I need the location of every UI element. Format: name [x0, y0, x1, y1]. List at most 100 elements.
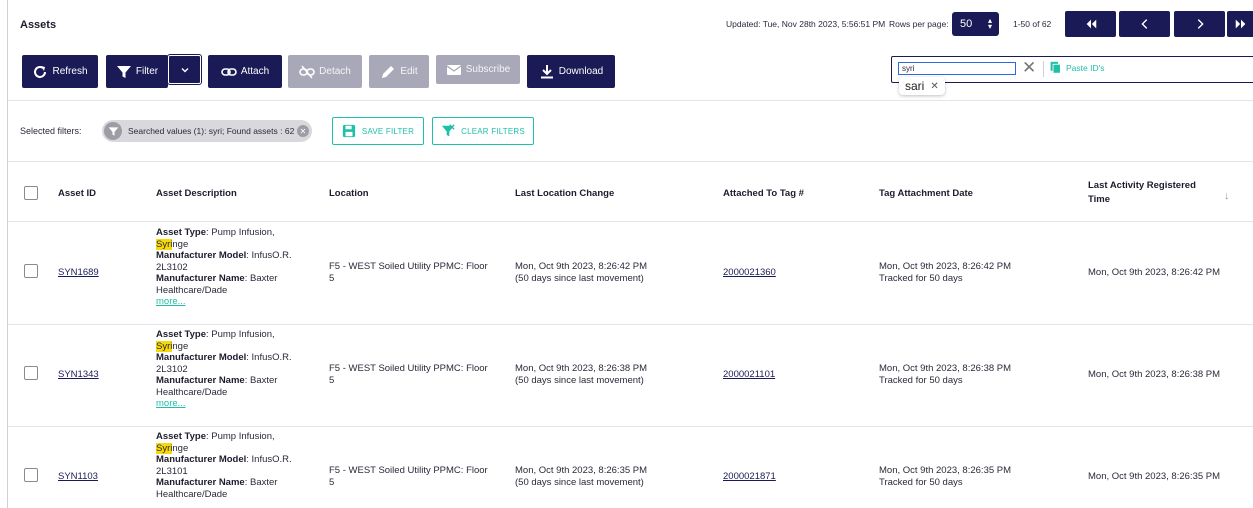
last-location-change-date: Mon, Oct 9th 2023, 8:26:35 PM	[515, 465, 648, 476]
download-icon	[540, 64, 553, 78]
column-attached-to-tag[interactable]: Attached To Tag #	[723, 187, 804, 201]
asset-type-value-rest: nge	[172, 238, 189, 250]
manufacturer-model-label: Manufacturer Model	[156, 250, 247, 261]
location-cell: F5 - WEST Soiled Utility PPMC: Floor 5	[329, 261, 488, 284]
clear-filters-button[interactable]: CLEAR FILTERS	[432, 117, 534, 145]
tag-attachment-date: Mon, Oct 9th 2023, 8:26:38 PM	[879, 363, 1012, 374]
table-row: SYN1343 Asset Type: Pump Infusion, Syrin…	[8, 325, 1253, 427]
refresh-button[interactable]: Refresh	[22, 55, 98, 88]
prev-page-button[interactable]	[1119, 11, 1170, 37]
chevron-down-icon	[181, 67, 188, 72]
selected-filters-label: Selected filters:	[20, 126, 82, 136]
manufacturer-name-label: Manufacturer Name	[156, 477, 245, 488]
column-asset-id[interactable]: Asset ID	[58, 187, 96, 201]
filter-chip: Searched values (1): syri; Found assets …	[102, 120, 312, 142]
header-bar: Assets Updated: Tue, Nov 28th 2023, 5:56…	[8, 0, 1253, 45]
tag-link[interactable]: 2000021360	[723, 267, 776, 279]
paste-icon	[1050, 61, 1061, 74]
table-header: Asset ID Asset Description Location Last…	[8, 162, 1253, 222]
attach-button[interactable]: Attach	[208, 55, 282, 88]
table-row: SYN1103 Asset Type: Pump Infusion, Syrin…	[8, 427, 1253, 508]
selected-filters-row: Selected filters: Searched values (1): s…	[8, 117, 1253, 147]
remove-filter-icon[interactable]: ✕	[297, 125, 309, 137]
tracked-duration: Tracked for 50 days	[879, 477, 963, 488]
tag-attachment-cell: Mon, Oct 9th 2023, 8:26:38 PM Tracked fo…	[879, 363, 1069, 387]
attach-label: Attach	[240, 66, 270, 77]
search-highlight: Syri	[156, 442, 173, 454]
search-box: ✕ Paste ID's	[891, 56, 1253, 83]
detach-button[interactable]: Detach	[288, 55, 362, 88]
tag-link[interactable]: 2000021871	[723, 471, 776, 483]
asset-id-link[interactable]: SYN1103	[58, 471, 98, 483]
download-button[interactable]: Download	[527, 55, 615, 88]
asset-description: Asset Type: Pump Infusion, Syringe Manuf…	[156, 431, 316, 500]
paste-ids-button[interactable]: Paste ID's	[1049, 61, 1104, 74]
asset-id-link[interactable]: SYN1689	[58, 267, 99, 279]
clear-filters-label: CLEAR FILTERS	[461, 126, 525, 136]
filter-dropdown-button[interactable]	[167, 54, 202, 85]
filter-button[interactable]: Filter	[106, 55, 168, 88]
assets-page: Assets Updated: Tue, Nov 28th 2023, 5:56…	[7, 0, 1253, 508]
next-page-button[interactable]	[1174, 11, 1225, 37]
save-filter-button[interactable]: SAVE FILTER	[332, 117, 424, 145]
more-link[interactable]: more...	[156, 296, 186, 307]
asset-type-value: : Pump Infusion,	[205, 227, 275, 238]
updated-timestamp: Updated: Tue, Nov 28th 2023, 5:56:51 PM	[726, 19, 886, 29]
column-tag-attachment-date[interactable]: Tag Attachment Date	[879, 187, 973, 201]
row-checkbox[interactable]	[24, 366, 38, 380]
column-last-activity[interactable]: Last Activity Registered Time	[1088, 179, 1216, 207]
days-since-movement: (50 days since last movement)	[515, 273, 644, 284]
row-checkbox[interactable]	[24, 468, 38, 482]
column-asset-description[interactable]: Asset Description	[156, 187, 237, 201]
select-all-checkbox[interactable]	[24, 186, 38, 200]
close-icon[interactable]: ✕	[1022, 59, 1036, 77]
column-last-location-change[interactable]: Last Location Change	[515, 187, 614, 201]
asset-description: Asset Type: Pump Infusion, Syringe Manuf…	[156, 329, 316, 410]
location-cell: F5 - WEST Soiled Utility PPMC: Floor 5	[329, 465, 488, 488]
divider	[8, 100, 1253, 101]
days-since-movement: (50 days since last movement)	[515, 477, 644, 488]
more-link[interactable]: more...	[156, 398, 186, 409]
tracked-duration: Tracked for 50 days	[879, 273, 963, 284]
asset-type-label: Asset Type	[156, 431, 206, 442]
asset-id-link[interactable]: SYN1343	[58, 369, 99, 381]
sort-arrow-down-icon[interactable]: ↓	[1224, 190, 1230, 202]
save-filter-label: SAVE FILTER	[361, 126, 415, 136]
refresh-label: Refresh	[52, 66, 88, 77]
last-location-change-cell: Mon, Oct 9th 2023, 8:26:38 PM (50 days s…	[515, 363, 705, 387]
column-location[interactable]: Location	[329, 187, 369, 201]
tag-link[interactable]: 2000021101	[723, 369, 775, 381]
link-icon	[221, 67, 237, 76]
last-location-change-cell: Mon, Oct 9th 2023, 8:26:35 PM (50 days s…	[515, 465, 705, 489]
updown-icon: ▴ ▾	[987, 16, 992, 31]
envelope-icon	[446, 64, 462, 75]
remove-token-icon[interactable]: ✕	[930, 81, 938, 92]
search-input[interactable]	[898, 62, 1016, 75]
search-highlight: Syri	[156, 340, 173, 352]
last-location-change-cell: Mon, Oct 9th 2023, 8:26:42 PM (50 days s…	[515, 261, 705, 285]
manufacturer-name-label: Manufacturer Name	[156, 273, 245, 284]
asset-type-value-rest: nge	[172, 340, 189, 352]
table-row: SYN1689 Asset Type: Pump Infusion, Syrin…	[8, 223, 1253, 325]
page-title: Assets	[20, 19, 57, 31]
last-activity-cell: Mon, Oct 9th 2023, 8:26:35 PM	[1088, 471, 1221, 482]
asset-type-label: Asset Type	[156, 329, 206, 340]
pagination-range: 1-50 of 62	[1013, 19, 1052, 29]
tag-attachment-cell: Mon, Oct 9th 2023, 8:26:42 PM Tracked fo…	[879, 261, 1069, 285]
tracked-duration: Tracked for 50 days	[879, 375, 963, 386]
last-activity-cell: Mon, Oct 9th 2023, 8:26:42 PM	[1088, 267, 1221, 278]
first-page-button[interactable]	[1065, 11, 1116, 37]
filter-chip-label: Searched values (1): syri; Found assets …	[128, 126, 295, 136]
funnel-icon	[104, 122, 122, 140]
last-page-button[interactable]	[1227, 11, 1253, 37]
download-label: Download	[558, 66, 604, 77]
last-location-change-date: Mon, Oct 9th 2023, 8:26:42 PM	[515, 261, 648, 272]
subscribe-button[interactable]: Subscribe	[436, 55, 520, 84]
subscribe-label: Subscribe	[465, 64, 511, 75]
row-checkbox[interactable]	[24, 264, 38, 278]
days-since-movement: (50 days since last movement)	[515, 375, 644, 386]
unlink-icon	[299, 65, 315, 78]
edit-button[interactable]: Edit	[369, 55, 429, 88]
asset-type-value: : Pump Infusion,	[205, 329, 275, 340]
rows-per-page-select[interactable]: 50 ▴ ▾	[952, 12, 999, 36]
